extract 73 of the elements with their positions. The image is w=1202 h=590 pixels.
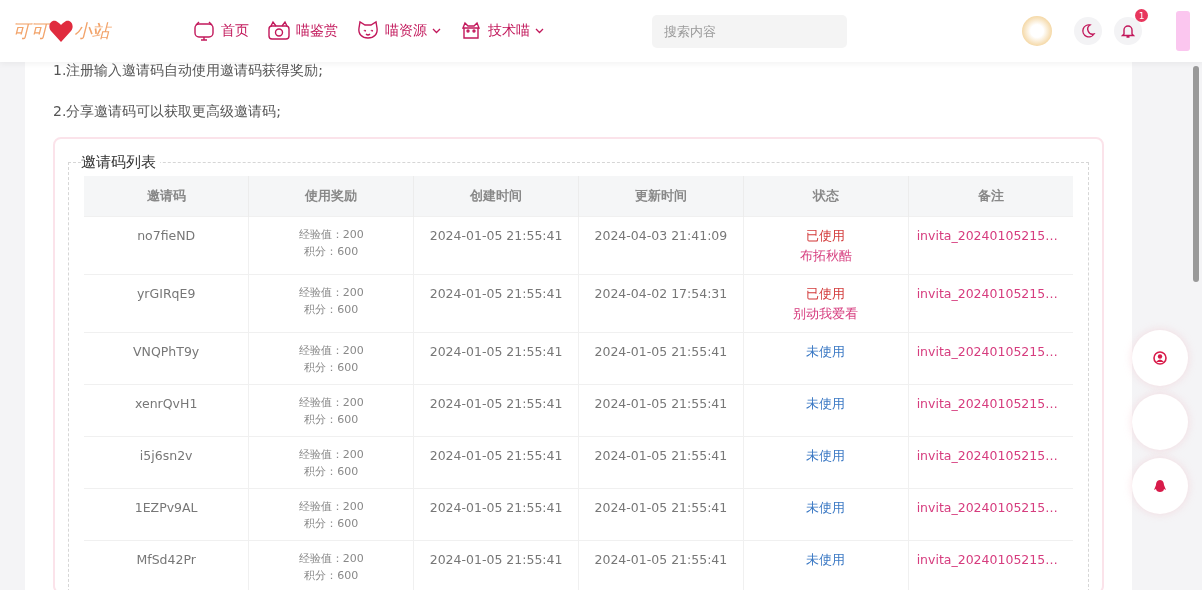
- code-cell: no7fieND: [84, 216, 249, 275]
- code-cell: yrGIRqE9: [84, 274, 249, 333]
- moon-icon: [1080, 23, 1096, 39]
- status-text: 已使用: [805, 227, 847, 245]
- created-cell: 2024-01-05 21:55:41: [413, 540, 579, 590]
- intro-text: 2.分享邀请码可以获取更高级邀请码;: [53, 102, 283, 121]
- reward-text: 经验值：200 积分：600: [297, 227, 365, 260]
- reward-text: 经验值：200 积分：600: [297, 343, 365, 376]
- search-field[interactable]: 搜索内容: [652, 14, 847, 48]
- reward-text: 经验值：200 积分：600: [297, 551, 365, 584]
- column-header: 状态: [743, 176, 909, 217]
- updated-cell: 2024-01-05 21:55:41: [578, 436, 744, 489]
- scrollbar[interactable]: [1193, 66, 1199, 282]
- user-icon: [1153, 351, 1167, 365]
- remark-text: invita_20240105215…: [915, 551, 1059, 569]
- theme-button[interactable]: [1074, 17, 1102, 45]
- reward-text: 经验值：200 积分：600: [297, 285, 365, 318]
- remark-text: invita_20240105215…: [915, 447, 1059, 465]
- penguin-icon: [1153, 478, 1167, 494]
- updated-cell: 2024-04-02 17:54:31: [578, 274, 744, 333]
- cat-cup-icon: [459, 20, 483, 42]
- status-text: 未使用: [805, 447, 847, 465]
- float-button[interactable]: [1132, 330, 1188, 386]
- status-text: 已使用: [805, 285, 847, 303]
- column-header: 更新时间: [578, 176, 744, 217]
- float-button[interactable]: [1132, 458, 1188, 514]
- status-text: 未使用: [805, 395, 847, 413]
- remark-text: invita_20240105215…: [915, 343, 1059, 361]
- user-name: 别动我爱看: [792, 305, 860, 323]
- tv-icon: [192, 20, 216, 42]
- intro-text: 1.注册输入邀请码自动使用邀请码获得奖励;: [53, 61, 325, 80]
- created-cell: 2024-01-05 21:55:41: [413, 384, 579, 437]
- nav-link[interactable]: 技术喵: [459, 20, 544, 42]
- status-text: 未使用: [805, 499, 847, 517]
- code-cell: i5j6sn2v: [84, 436, 249, 489]
- status-text: 未使用: [805, 343, 847, 361]
- camera-icon: [267, 20, 291, 42]
- updated-cell: 2024-01-05 21:55:41: [578, 488, 744, 541]
- nav-link[interactable]: 喵鉴赏: [267, 20, 338, 42]
- created-cell: 2024-01-05 21:55:41: [413, 332, 579, 385]
- remark-text: invita_20240105215…: [915, 395, 1059, 413]
- column-header: 使用奖励: [248, 176, 414, 217]
- logo-text: 小站: [74, 19, 110, 43]
- updated-cell: 2024-04-03 21:41:09: [578, 216, 744, 275]
- remark-text: invita_20240105215…: [915, 285, 1059, 303]
- user-name: 布拓秋酷: [798, 247, 853, 265]
- bell-icon: [1120, 23, 1136, 39]
- updated-cell: 2024-01-05 21:55:41: [578, 384, 744, 437]
- updated-cell: 2024-01-05 21:55:41: [578, 540, 744, 590]
- code-cell: 1EZPv9AL: [84, 488, 249, 541]
- nav-link[interactable]: 首页: [192, 20, 249, 42]
- code-cell: VNQPhT9y: [84, 332, 249, 385]
- reward-text: 经验值：200 积分：600: [297, 395, 365, 428]
- section-title: 邀请码列表: [81, 153, 157, 172]
- cat-face-icon: [356, 20, 380, 42]
- remark-text: invita_20240105215…: [915, 499, 1059, 517]
- reward-text: 经验值：200 积分：600: [297, 499, 365, 532]
- notification-count: 1: [1135, 9, 1148, 22]
- remark-text: invita_20240105215…: [915, 227, 1059, 245]
- reward-text: 经验值：200 积分：600: [297, 447, 365, 480]
- updated-cell: 2024-01-05 21:55:41: [578, 332, 744, 385]
- notification-button[interactable]: [1114, 17, 1142, 45]
- column-header: 创建时间: [413, 176, 579, 217]
- code-cell: xenrQvH1: [84, 384, 249, 437]
- column-header: 备注: [908, 176, 1073, 217]
- created-cell: 2024-01-05 21:55:41: [413, 274, 579, 333]
- code-cell: MfSd42Pr: [84, 540, 249, 590]
- created-cell: 2024-01-05 21:55:41: [413, 488, 579, 541]
- nav-link[interactable]: 喵资源: [356, 20, 441, 42]
- column-header: 邀请码: [84, 176, 249, 217]
- created-cell: 2024-01-05 21:55:41: [413, 216, 579, 275]
- status-text: 未使用: [805, 551, 847, 569]
- created-cell: 2024-01-05 21:55:41: [413, 436, 579, 489]
